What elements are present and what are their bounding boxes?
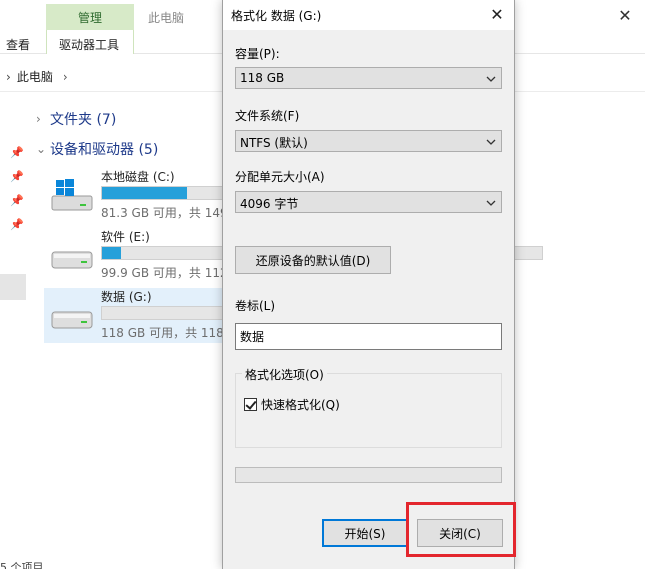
quick-format-checkbox[interactable] [244, 398, 257, 411]
context-title: 此电脑 [148, 11, 185, 25]
drive-usage-bar [101, 306, 242, 320]
status-bar-text: 5 个项目 [0, 561, 44, 569]
dialog-title: 格式化 数据 (G:) [231, 9, 322, 23]
restore-defaults-button[interactable]: 还原设备的默认值(D) [235, 246, 391, 274]
filesystem-value: NTFS (默认) [240, 136, 308, 150]
windows-drive-icon [51, 179, 93, 211]
allocation-select[interactable]: 4096 字节 [235, 191, 502, 213]
allocation-value: 4096 字节 [240, 197, 299, 211]
group-label: 文件夹 (7) [50, 112, 117, 128]
quick-format-label: 快速格式化(Q) [261, 398, 340, 412]
format-options-group: 格式化选项(O) 快速格式化(Q) [235, 366, 502, 448]
capacity-label: 容量(P): [235, 47, 280, 61]
drive-usage-fill [102, 187, 187, 199]
close-icon[interactable]: ✕ [486, 4, 508, 26]
tab-manage[interactable]: 管理 [46, 4, 134, 30]
dialog-titlebar: 格式化 数据 (G:) ✕ [223, 0, 514, 30]
group-label: 设备和驱动器 (5) [50, 142, 159, 158]
screen: 管理 此电脑 查看 驱动器工具 ✕ › 此电脑 › 📌 📌 📌 📌 › 文件夹 … [0, 0, 645, 569]
group-folders[interactable]: › 文件夹 (7) [36, 109, 116, 129]
pin-icon: 📌 [10, 170, 24, 183]
format-dialog: 格式化 数据 (G:) ✕ 容量(P): 118 GB 文件系统(F) NTFS… [222, 0, 515, 569]
chevron-down-icon [486, 200, 496, 206]
chevron-down-icon [486, 76, 496, 82]
highlight-box [406, 502, 516, 557]
volume-label-input[interactable] [236, 324, 501, 349]
drive-info: 99.9 GB 可用，共 112 [101, 266, 228, 280]
drive-name: 数据 (G:) [101, 290, 152, 304]
filesystem-select[interactable]: NTFS (默认) [235, 130, 502, 152]
quick-access-pins: 📌 📌 📌 📌 [10, 146, 24, 242]
chevron-right-icon: › [62, 69, 68, 84]
chevron-down-icon: ⌄ [36, 142, 47, 156]
capacity-value: 118 GB [240, 71, 285, 85]
hard-drive-icon [51, 311, 93, 329]
volume-label-field[interactable] [235, 323, 502, 350]
drive-name: 本地磁盘 (C:) [101, 170, 175, 184]
drive-usage-fill [102, 247, 121, 259]
window-close-icon[interactable]: ✕ [615, 6, 635, 26]
start-button[interactable]: 开始(S) [322, 519, 408, 547]
pin-icon: 📌 [10, 218, 24, 231]
capacity-select[interactable]: 118 GB [235, 67, 502, 89]
chevron-down-icon [486, 139, 496, 145]
drive-g[interactable]: 数据 (G:) 118 GB 可用，共 118 [44, 288, 244, 343]
drive-usage-bar [101, 186, 242, 200]
quick-format-option[interactable]: 快速格式化(Q) [244, 396, 340, 413]
chevron-right-icon: › [36, 112, 41, 126]
format-progress-bar [235, 467, 502, 483]
format-options-title: 格式化选项(O) [242, 366, 327, 383]
pin-icon: 📌 [10, 194, 24, 207]
pin-icon: 📌 [10, 146, 24, 159]
hard-drive-icon [51, 251, 93, 269]
volume-label-caption: 卷标(L) [235, 299, 276, 313]
tab-view[interactable]: 查看 [6, 36, 30, 53]
nav-selected-item[interactable] [0, 274, 26, 300]
group-devices[interactable]: ⌄ 设备和驱动器 (5) [36, 139, 158, 159]
filesystem-label: 文件系统(F) [235, 109, 300, 123]
allocation-label: 分配单元大小(A) [235, 170, 325, 184]
drive-info: 81.3 GB 可用，共 149 [101, 206, 228, 220]
tab-drive-tools[interactable]: 驱动器工具 [59, 36, 119, 53]
drive-name: 软件 (E:) [101, 230, 150, 244]
drive-e[interactable]: 软件 (E:) 99.9 GB 可用，共 112 [44, 228, 543, 286]
chevron-right-icon: › [6, 69, 11, 84]
drive-c[interactable]: 本地磁盘 (C:) 81.3 GB 可用，共 149 [44, 168, 244, 226]
breadcrumb-this-pc[interactable]: 此电脑 [17, 68, 53, 85]
drive-info: 118 GB 可用，共 118 [101, 326, 224, 340]
